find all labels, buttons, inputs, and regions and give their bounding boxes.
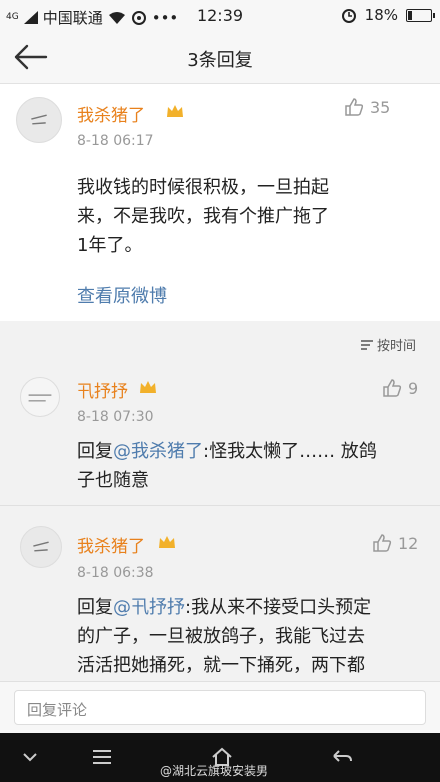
vip-crown-icon bbox=[167, 105, 183, 117]
like-count: 9 bbox=[408, 378, 419, 398]
comment-text-line: 子也随意 bbox=[77, 470, 149, 491]
alarm-icon bbox=[341, 9, 356, 23]
comment-date: 8-18 06:38 bbox=[77, 565, 154, 581]
vip-crown-icon bbox=[159, 536, 175, 548]
like-button[interactable]: 35 bbox=[344, 97, 390, 117]
vip-crown-icon bbox=[140, 381, 156, 393]
chevron-down-icon[interactable] bbox=[18, 747, 42, 767]
comment-text-line: :怪我太懒了…… 放鸽 bbox=[203, 441, 377, 462]
comment-item: 卂抒抒 9 8-18 07:30 回复@我杀猪了:怪我太懒了…… 放鸽 子也随意 bbox=[0, 365, 440, 505]
original-post: 我杀猪了 35 8-18 06:17 我收钱的时候很积极，一旦拍起 来，不是我吹… bbox=[0, 85, 440, 321]
post-text-line: 来，不是我吹，我有个推广拖了 bbox=[77, 206, 329, 227]
battery-icon bbox=[406, 8, 435, 22]
watermark: @湖北云旗坡安装男 bbox=[160, 764, 269, 778]
menu-icon[interactable] bbox=[90, 747, 114, 767]
sort-button[interactable]: 按时间 bbox=[360, 335, 416, 354]
comment-text: 回复@我杀猪了:怪我太懒了…… 放鸽 子也随意 bbox=[77, 437, 427, 495]
view-original-link[interactable]: 查看原微博 bbox=[77, 282, 167, 308]
nav-bar: 3条回复 bbox=[0, 32, 440, 84]
sort-icon bbox=[360, 339, 373, 350]
battery-percent: 18% bbox=[364, 6, 398, 24]
comment-text: 回复@卂抒抒:我从来不接受口头预定 的广子，一旦被放鸽子，我能飞过去 活活把她捅… bbox=[77, 593, 432, 680]
avatar-image bbox=[31, 114, 47, 125]
reply-input[interactable]: 回复评论 bbox=[14, 690, 426, 725]
avatar-image bbox=[33, 541, 49, 552]
thumbs-up-icon bbox=[373, 534, 392, 552]
reply-bar: 回复评论 bbox=[0, 681, 440, 733]
status-bar: 4G 中国联通 ••• 12:39 18% bbox=[0, 0, 440, 32]
comment-username[interactable]: 我杀猪了 bbox=[77, 532, 145, 557]
avatar[interactable] bbox=[20, 377, 60, 417]
like-button[interactable]: 9 bbox=[382, 378, 418, 398]
post-date: 8-18 06:17 bbox=[77, 133, 154, 149]
reply-prefix: 回复 bbox=[77, 441, 113, 462]
like-count: 35 bbox=[370, 97, 391, 117]
like-count: 12 bbox=[398, 533, 419, 553]
reply-prefix: 回复 bbox=[77, 597, 113, 618]
post-username[interactable]: 我杀猪了 bbox=[77, 101, 145, 126]
comment-text-line: 活活把她捅死，就一下捅死，两下都 bbox=[77, 655, 365, 676]
thumbs-up-icon bbox=[383, 379, 402, 397]
comment-date: 8-18 07:30 bbox=[77, 409, 154, 425]
page-title: 3条回复 bbox=[187, 50, 253, 71]
comment-text-line: :我从来不接受口头预定 bbox=[185, 597, 372, 618]
post-text-line: 我收钱的时候很积极，一旦拍起 bbox=[77, 177, 329, 198]
avatar[interactable] bbox=[16, 97, 62, 143]
post-text: 我收钱的时候很积极，一旦拍起 来，不是我吹，我有个推广拖了 1年了。 bbox=[77, 173, 427, 260]
post-text-line: 1年了。 bbox=[77, 235, 143, 256]
comment-item: 我杀猪了 12 8-18 06:38 回复@卂抒抒:我从来不接受口头预定 的广子… bbox=[0, 506, 440, 681]
like-button[interactable]: 12 bbox=[372, 533, 418, 553]
sort-bar: 按时间 bbox=[0, 321, 440, 365]
back-icon[interactable] bbox=[330, 747, 354, 767]
comment-username[interactable]: 卂抒抒 bbox=[77, 377, 128, 402]
sort-label: 按时间 bbox=[376, 339, 416, 354]
mention-link[interactable]: @卂抒抒 bbox=[113, 597, 185, 618]
thumbs-up-icon bbox=[345, 98, 364, 116]
mention-link[interactable]: @我杀猪了 bbox=[113, 441, 203, 462]
avatar-image bbox=[28, 394, 52, 402]
comment-text-line: 的广子，一旦被放鸽子，我能飞过去 bbox=[77, 626, 365, 647]
avatar[interactable] bbox=[20, 526, 62, 568]
